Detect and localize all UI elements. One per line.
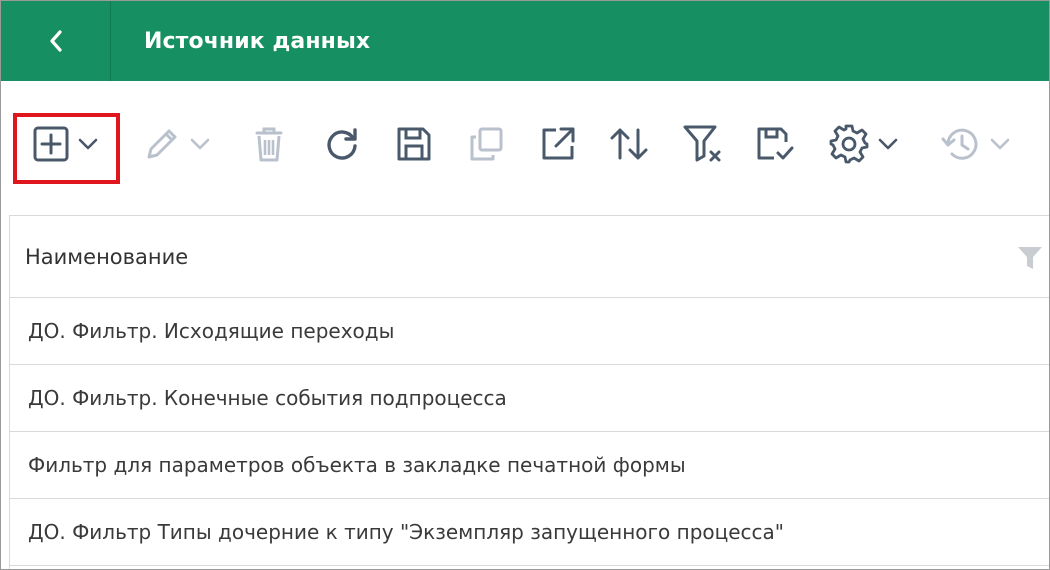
copy-icon <box>470 127 503 161</box>
page-title: Источник данных <box>144 28 371 54</box>
header-bar: Источник данных <box>1 1 1049 81</box>
window: Источник данных Наименование ДО. Фильтр.… <box>0 0 1050 570</box>
add-button[interactable] <box>23 114 107 174</box>
chevron-down-icon <box>78 138 98 150</box>
table-row[interactable]: ДО. Фильтр Типы дочерние к типу "Экземпл… <box>10 499 1049 566</box>
gear-icon <box>829 124 869 164</box>
sort-button[interactable] <box>605 114 653 174</box>
table-row[interactable]: ДО. Фильтр. Исходящие переходы <box>10 298 1049 365</box>
filter-icon[interactable] <box>1017 246 1043 270</box>
save-icon <box>397 127 431 161</box>
chevron-down-icon <box>990 138 1010 150</box>
data-table: Наименование ДО. Фильтр. Исходящие перех… <box>9 215 1049 569</box>
chevron-down-icon <box>190 138 210 150</box>
open-external-button[interactable] <box>535 114 581 174</box>
history-button[interactable] <box>931 114 1019 174</box>
refresh-button[interactable] <box>319 114 365 174</box>
pencil-icon <box>147 129 177 159</box>
table-cell: ДО. Фильтр. Конечные события подпроцесса <box>28 386 507 410</box>
save-check-button[interactable] <box>751 114 799 174</box>
save-button[interactable] <box>391 114 437 174</box>
clear-filter-button[interactable] <box>679 114 727 174</box>
delete-button[interactable] <box>246 114 292 174</box>
save-check-icon <box>757 127 794 160</box>
trash-icon <box>255 127 283 162</box>
copy-button[interactable] <box>463 114 509 174</box>
table-cell: ДО. Фильтр Типы дочерние к типу "Экземпл… <box>28 520 785 544</box>
table-cell: Фильтр для параметров объекта в закладке… <box>28 453 686 477</box>
filter-clear-icon <box>683 125 721 162</box>
settings-button[interactable] <box>821 114 905 174</box>
table-cell: ДО. Фильтр. Исходящие переходы <box>28 319 395 343</box>
column-header[interactable]: Наименование <box>10 216 1049 298</box>
chevron-down-icon <box>878 138 898 150</box>
sort-icon <box>610 128 648 160</box>
history-icon <box>941 128 978 160</box>
toolbar <box>1 81 1049 215</box>
chevron-left-icon <box>49 30 62 52</box>
table-row[interactable]: ДО. Фильтр. Конечные события подпроцесса <box>10 365 1049 432</box>
edit-button[interactable] <box>134 114 218 174</box>
external-link-icon <box>542 127 575 160</box>
back-button[interactable] <box>1 1 111 81</box>
plus-square-icon <box>33 126 69 162</box>
column-header-label: Наименование <box>25 244 189 269</box>
refresh-icon <box>327 128 357 160</box>
table-row[interactable]: Фильтр для параметров объекта в закладке… <box>10 432 1049 499</box>
